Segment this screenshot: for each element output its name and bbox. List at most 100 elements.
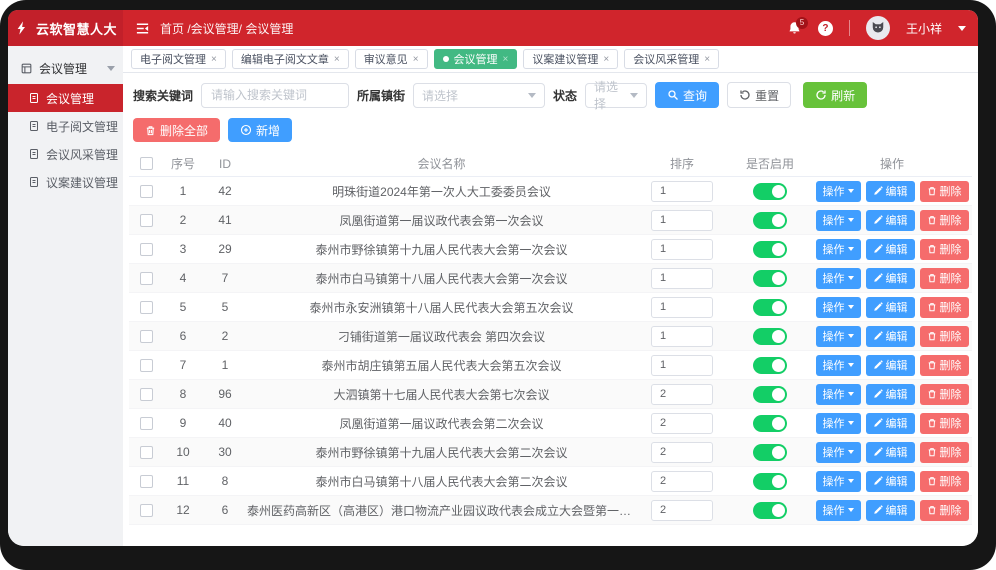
row-edit-button[interactable]: 编辑 [866, 297, 915, 318]
tab[interactable]: 电子阅文管理 × [131, 49, 226, 69]
row-delete-button[interactable]: 删除 [920, 500, 969, 521]
sort-input[interactable] [651, 355, 713, 376]
sort-input[interactable] [651, 471, 713, 492]
tab-close-icon[interactable]: × [211, 54, 217, 65]
row-delete-button[interactable]: 删除 [920, 268, 969, 289]
row-more-button[interactable]: 操作 [816, 181, 861, 202]
avatar[interactable] [866, 16, 890, 40]
sort-input[interactable] [651, 181, 713, 202]
row-delete-button[interactable]: 删除 [920, 297, 969, 318]
enabled-toggle[interactable] [753, 415, 787, 432]
enabled-toggle[interactable] [753, 328, 787, 345]
row-edit-button[interactable]: 编辑 [866, 326, 915, 347]
add-button[interactable]: 新增 [228, 118, 292, 142]
tab[interactable]: 会议风采管理 × [624, 49, 719, 69]
status-select[interactable]: 请选择 [585, 83, 647, 108]
username[interactable]: 王小祥 [906, 20, 942, 37]
row-checkbox[interactable] [140, 504, 153, 517]
row-more-button[interactable]: 操作 [816, 442, 861, 463]
reset-button[interactable]: 重置 [727, 82, 791, 108]
enabled-toggle[interactable] [753, 473, 787, 490]
row-more-button[interactable]: 操作 [816, 239, 861, 260]
row-delete-button[interactable]: 删除 [920, 355, 969, 376]
enabled-toggle[interactable] [753, 502, 787, 519]
sort-input[interactable] [651, 268, 713, 289]
row-more-button[interactable]: 操作 [816, 355, 861, 376]
row-delete-button[interactable]: 删除 [920, 413, 969, 434]
delete-all-button[interactable]: 删除全部 [133, 118, 220, 142]
sort-input[interactable] [651, 297, 713, 318]
enabled-toggle[interactable] [753, 299, 787, 316]
row-checkbox[interactable] [140, 417, 153, 430]
row-checkbox[interactable] [140, 185, 153, 198]
tab-close-icon[interactable]: × [413, 54, 419, 65]
help-icon[interactable]: ? [818, 21, 833, 36]
query-button[interactable]: 查询 [655, 82, 719, 108]
enabled-toggle[interactable] [753, 444, 787, 461]
tab-close-icon[interactable]: × [334, 54, 340, 65]
row-edit-button[interactable]: 编辑 [866, 500, 915, 521]
row-edit-button[interactable]: 编辑 [866, 268, 915, 289]
sort-input[interactable] [651, 210, 713, 231]
row-more-button[interactable]: 操作 [816, 471, 861, 492]
row-checkbox[interactable] [140, 388, 153, 401]
enabled-toggle[interactable] [753, 241, 787, 258]
menu-fold-icon[interactable] [135, 21, 150, 36]
tab-close-icon[interactable]: × [603, 54, 609, 65]
sort-input[interactable] [651, 500, 713, 521]
refresh-button[interactable]: 刷新 [803, 82, 867, 108]
enabled-toggle[interactable] [753, 212, 787, 229]
row-checkbox[interactable] [140, 301, 153, 314]
row-edit-button[interactable]: 编辑 [866, 471, 915, 492]
row-edit-button[interactable]: 编辑 [866, 413, 915, 434]
sort-input[interactable] [651, 326, 713, 347]
tab-close-icon[interactable]: × [503, 54, 509, 65]
street-select[interactable]: 请选择 [413, 83, 545, 108]
sort-input[interactable] [651, 384, 713, 405]
sidebar-item[interactable]: 会议管理 [8, 84, 123, 112]
row-edit-button[interactable]: 编辑 [866, 181, 915, 202]
row-delete-button[interactable]: 删除 [920, 326, 969, 347]
select-all-checkbox[interactable] [140, 157, 153, 170]
notification-bell-icon[interactable]: 5 [787, 21, 802, 36]
row-delete-button[interactable]: 删除 [920, 181, 969, 202]
row-delete-button[interactable]: 删除 [920, 471, 969, 492]
row-more-button[interactable]: 操作 [816, 210, 861, 231]
row-checkbox[interactable] [140, 272, 153, 285]
sidebar-item[interactable]: 会议风采管理 [8, 140, 123, 168]
row-edit-button[interactable]: 编辑 [866, 355, 915, 376]
sidebar-item[interactable]: 议案建议管理 [8, 168, 123, 196]
row-checkbox[interactable] [140, 359, 153, 372]
tab[interactable]: 审议意见 × [355, 49, 428, 69]
row-checkbox[interactable] [140, 330, 153, 343]
enabled-toggle[interactable] [753, 183, 787, 200]
row-edit-button[interactable]: 编辑 [866, 210, 915, 231]
row-checkbox[interactable] [140, 446, 153, 459]
row-delete-button[interactable]: 删除 [920, 384, 969, 405]
row-edit-button[interactable]: 编辑 [866, 384, 915, 405]
row-delete-button[interactable]: 删除 [920, 239, 969, 260]
enabled-toggle[interactable] [753, 357, 787, 374]
row-more-button[interactable]: 操作 [816, 500, 861, 521]
row-more-button[interactable]: 操作 [816, 413, 861, 434]
enabled-toggle[interactable] [753, 270, 787, 287]
row-edit-button[interactable]: 编辑 [866, 239, 915, 260]
tab[interactable]: 编辑电子阅文文章 × [232, 49, 349, 69]
sidebar-item[interactable]: 电子阅文管理 [8, 112, 123, 140]
row-checkbox[interactable] [140, 214, 153, 227]
sort-input[interactable] [651, 239, 713, 260]
tab[interactable]: 会议管理 × [434, 49, 518, 69]
row-edit-button[interactable]: 编辑 [866, 442, 915, 463]
tab-close-icon[interactable]: × [704, 54, 710, 65]
sort-input[interactable] [651, 413, 713, 434]
tab[interactable]: 议案建议管理 × [523, 49, 618, 69]
row-more-button[interactable]: 操作 [816, 297, 861, 318]
row-delete-button[interactable]: 删除 [920, 210, 969, 231]
row-more-button[interactable]: 操作 [816, 268, 861, 289]
sort-input[interactable] [651, 442, 713, 463]
row-checkbox[interactable] [140, 475, 153, 488]
row-more-button[interactable]: 操作 [816, 326, 861, 347]
enabled-toggle[interactable] [753, 386, 787, 403]
sidebar-group-meeting-mgmt[interactable]: 会议管理 [8, 52, 123, 84]
keyword-input[interactable] [201, 83, 349, 108]
